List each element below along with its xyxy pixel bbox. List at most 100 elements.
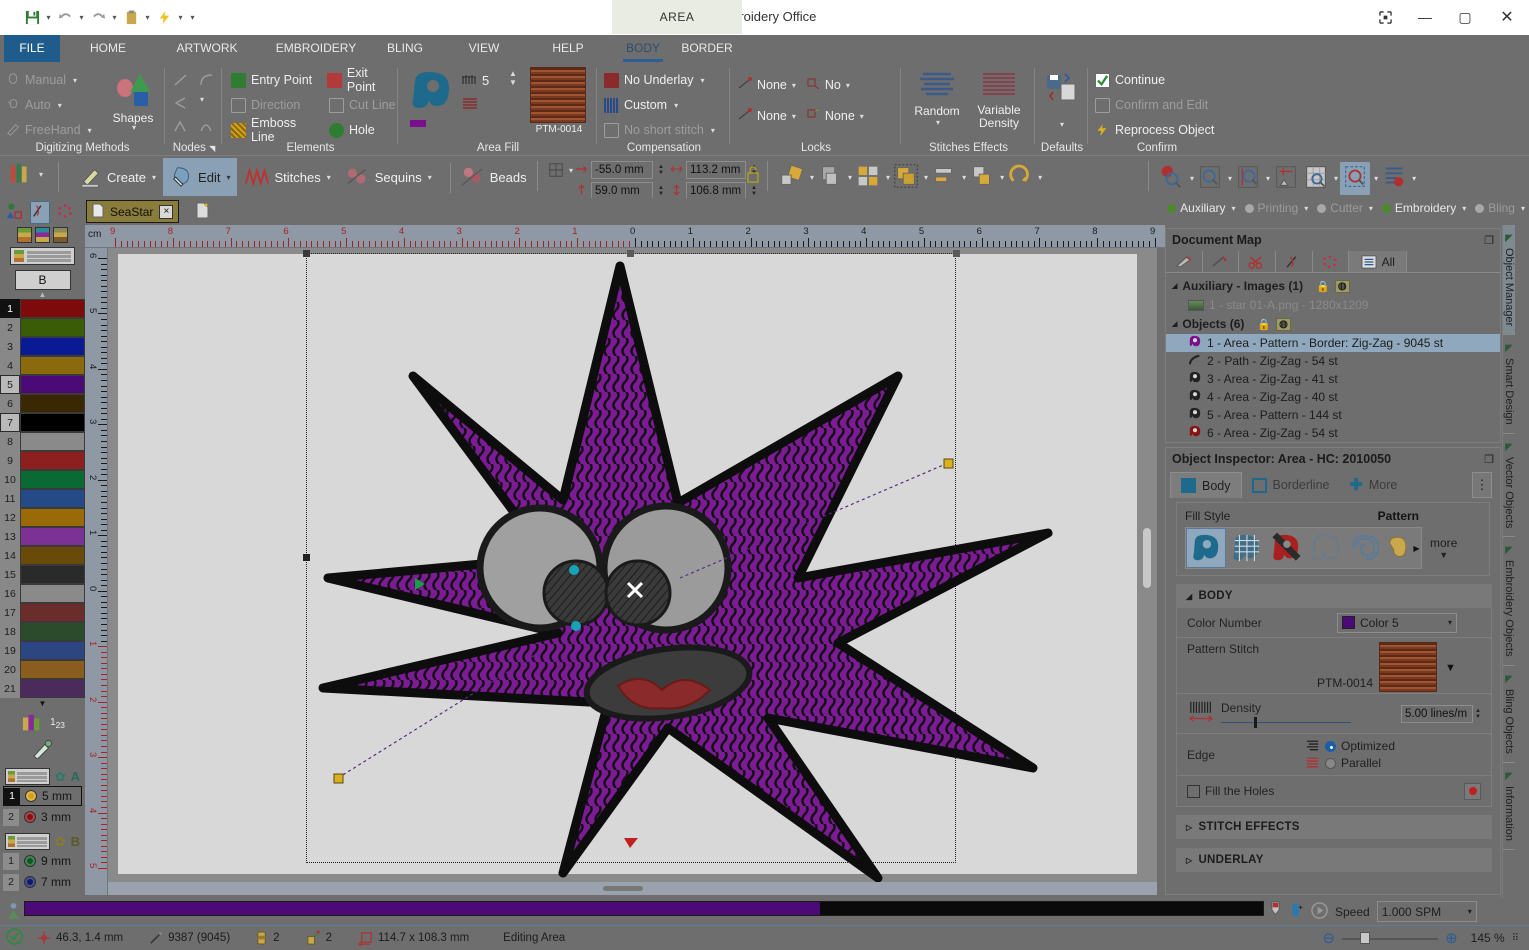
library-button[interactable]: ▾ [8,161,43,187]
palette-preset-1[interactable] [17,227,32,243]
fill-holes-reset-icon[interactable] [1464,782,1481,800]
color-swatch-chip[interactable] [20,337,85,356]
stitch-count-stepper[interactable]: ▲ ▼ [509,69,517,87]
manual-button[interactable]: Manual ▾ [6,69,98,91]
underlay-section-header[interactable]: ▷ UNDERLAY [1176,848,1492,872]
eyedropper-icon[interactable] [0,739,85,762]
filter-scissors-icon[interactable] [1239,251,1276,272]
needle-row[interactable]: 2 3 mm [3,807,82,827]
color-swatch-row[interactable]: 9 [0,451,85,470]
zoom-height-icon[interactable] [1234,163,1262,194]
zoom-slider-thumb[interactable] [1360,932,1371,944]
color-swatch-chip[interactable] [20,584,85,603]
right-tab-smart-design[interactable]: ◤ Smart Design [1503,335,1515,434]
document-map-group[interactable]: ◢ Objects (6) 🔒 ◍ [1166,314,1500,334]
document-tab-seastar[interactable]: SeaStar × [86,200,180,223]
document-map-item[interactable]: 2 - Path - Zig-Zag - 54 st [1166,352,1500,370]
panel-options-icon[interactable]: ⋮ [1472,472,1492,498]
palette-legend[interactable] [10,247,75,265]
gear-icon[interactable]: ✿ [55,834,66,850]
chevron-down-icon[interactable]: ▾ [1412,174,1416,183]
chevron-down-icon[interactable]: ▾ [674,101,678,110]
fill-style-scroll-right-icon[interactable]: ▶ [1412,528,1421,568]
fill-lines-icon[interactable] [461,96,479,113]
fill-style-option-3[interactable] [1266,528,1306,568]
chevron-down-icon[interactable]: ▾ [73,76,77,85]
palette-preset-2[interactable] [35,227,50,243]
node-line-icon[interactable] [172,72,194,91]
radio-parallel[interactable] [1325,757,1336,769]
tab-embroidery[interactable]: EMBROIDERY [258,35,374,62]
layer-cutter[interactable]: Cutter ▾ [1317,201,1373,215]
node-symmetric-icon[interactable] [198,118,220,137]
entry-point-button[interactable]: Entry Point [231,69,317,91]
visibility-icon[interactable]: ◍ [1334,279,1350,293]
color-swatch-row[interactable]: 8 [0,432,85,451]
stitches-button[interactable]: Stitches ▾ [237,158,337,196]
direction-button[interactable]: Direction [231,94,319,116]
context-tab-area[interactable]: AREA [612,0,742,34]
canvas-hscroll-thumb[interactable] [603,886,643,891]
chevron-down-icon[interactable]: ▾ [1060,120,1064,129]
more-icon[interactable]: ▾ [187,5,198,29]
palette-preset-3[interactable] [53,227,68,243]
color-swatch-chip[interactable] [20,432,85,451]
speed-combo[interactable]: 1.000 SPM ▾ [1376,901,1477,922]
tab-artwork[interactable]: ARTWORK [165,35,249,62]
pattern-stitch-preview[interactable] [1379,642,1438,692]
panel-float-icon[interactable]: ❐ [1484,234,1494,247]
chevron-down-icon[interactable]: ▾ [846,81,850,90]
chevron-down-icon[interactable]: ▾ [1468,907,1472,916]
density-input[interactable]: 5.00 lines/m [1401,704,1474,723]
resize-grip-icon[interactable]: ⠿ [1512,933,1519,944]
align-grid-icon[interactable] [854,162,882,193]
fill-style-option-6[interactable] [1386,528,1412,568]
group-icon[interactable] [892,162,920,193]
radio-optimized[interactable] [1325,740,1336,752]
zoom-width-icon[interactable] [1272,163,1300,194]
defaults-button[interactable] [1045,72,1079,107]
lightning-icon[interactable] [154,5,174,29]
palette-scroll-down-icon[interactable]: ▼ [0,699,85,708]
variable-density-button[interactable]: Variable Density [968,69,1030,130]
stitch-effects-section-header[interactable]: ▷ STITCH EFFECTS [1176,815,1492,839]
right-tab-information[interactable]: ◤ Information [1503,763,1515,850]
lock-start-combo[interactable]: None ▾ [757,74,796,96]
lock-aspect-icon[interactable] [745,166,761,187]
color-swatch-chip[interactable] [20,451,85,470]
document-map-item[interactable]: 1 - Area - Pattern - Border: Zig-Zag - 9… [1166,334,1500,352]
node-smooth-icon[interactable] [172,118,194,137]
fill-holes-checkbox[interactable] [1187,784,1200,798]
chevron-down-icon[interactable]: ▾ [962,173,966,182]
chevron-down-icon[interactable]: ▾ [152,173,156,182]
chevron-down-icon[interactable]: ▾ [1304,204,1308,213]
layer-bling[interactable]: Bling ▾ [1475,201,1525,215]
expand-arrow-icon[interactable]: ◢ [1172,282,1177,290]
position-x-stepper[interactable]: ▲ ▼ [658,164,664,176]
chevron-down-icon[interactable]: ▾ [428,173,432,182]
pattern-dropdown-icon[interactable]: ▼ [1445,662,1456,674]
fill-style-option-5[interactable] [1346,528,1386,568]
shapes-button[interactable]: Shapes ▾ [106,70,160,132]
lock-end-combo[interactable]: None ▾ [757,105,796,127]
chevron-down-icon[interactable]: ▾ [700,76,704,85]
zoom-slider[interactable] [1342,932,1439,944]
chevron-down-icon[interactable]: ▾ [1374,174,1378,183]
color-swatch-chip[interactable] [20,508,85,527]
fill-style-gallery[interactable]: ▶ [1185,527,1422,569]
order-icon[interactable] [968,162,996,193]
underlay-combo[interactable]: No Underlay ▾ [604,69,715,91]
color-swatch-row[interactable]: 11 [0,489,85,508]
rotate-icon[interactable] [778,162,806,193]
document-map-item[interactable]: 4 - Area - Zig-Zag - 40 st [1166,388,1500,406]
fill-style-option-2[interactable] [1226,528,1266,568]
chevron-down-icon[interactable]: ▾ [1000,173,1004,182]
node-curve-icon[interactable] [198,72,220,91]
color-swatch-row[interactable]: 2 [0,318,85,337]
visibility-icon[interactable]: ◍ [1276,317,1291,331]
palette-scroll-up-icon[interactable]: ▲ [0,290,85,299]
chevron-down-icon[interactable]: ▾ [200,95,220,114]
starfish-design[interactable] [108,248,1157,882]
color-swatch-row[interactable]: 10 [0,470,85,489]
node-cusp-icon[interactable] [172,95,194,114]
